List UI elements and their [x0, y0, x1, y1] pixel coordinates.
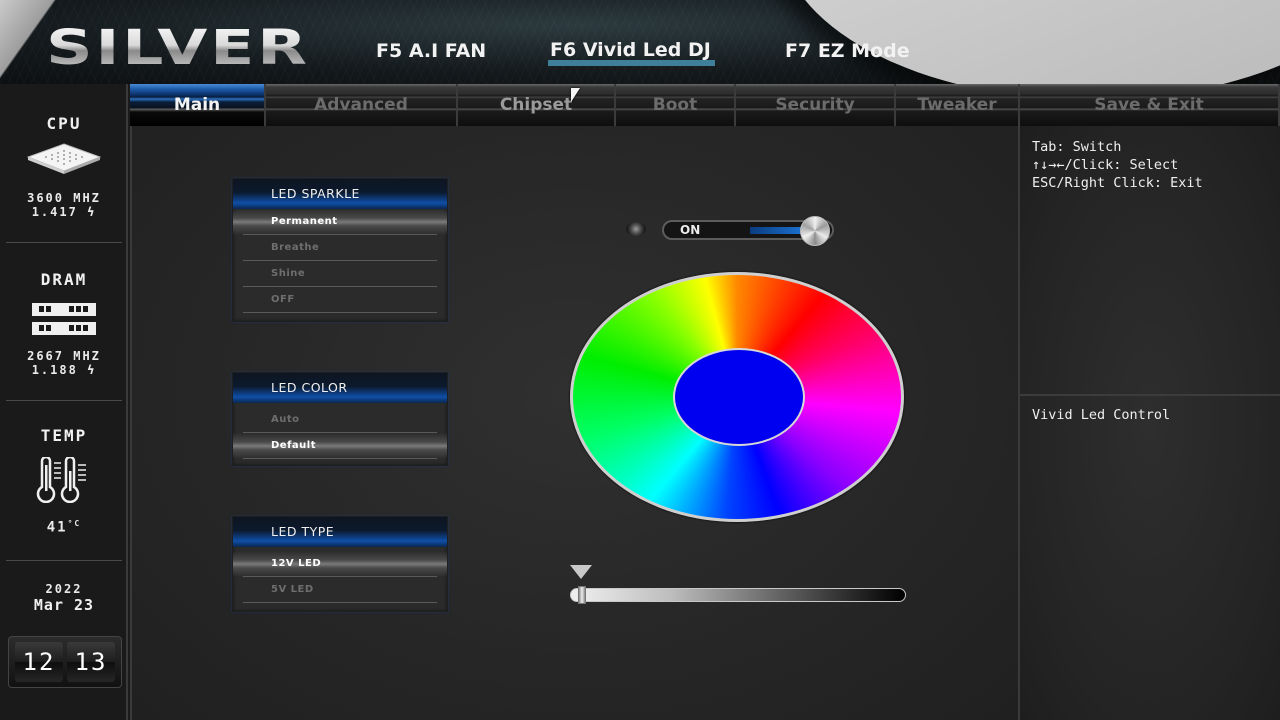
brightness-slider[interactable]	[570, 586, 906, 604]
date-month-day: Mar 23	[33, 596, 95, 614]
dram-voltage-row: 1.188 ϟ	[0, 363, 128, 377]
sidebar-divider	[6, 242, 122, 243]
slider-thumb[interactable]	[577, 586, 586, 604]
thermometer-icon	[36, 457, 86, 503]
led-color-option-default[interactable]: Default	[233, 433, 447, 459]
vivid-led-main-area: LED SPARKLE Permanent Breathe Shine OFF …	[130, 126, 1018, 720]
dram-voltage: 1.188	[31, 363, 78, 377]
cpu-status: CPU 3600 MHZ 1.417 ϟ	[0, 114, 128, 219]
header-banner: SILVER F5 A.I FAN F6 Vivid Led DJ F7 EZ …	[0, 0, 1280, 84]
clock-minute: 13	[67, 642, 115, 682]
led-power-toggle[interactable]: ON	[662, 216, 834, 246]
dram-frequency: 2667 MHZ	[27, 349, 101, 363]
flip-clock: 12 13	[8, 636, 122, 688]
tab-save-exit[interactable]: Save & Exit	[1020, 84, 1280, 126]
tab-chipset[interactable]: Chipset	[458, 84, 616, 126]
led-color-option-auto[interactable]: Auto	[233, 407, 447, 433]
temperature-reading: 41°C	[0, 517, 128, 535]
main-tab-bar: Main Advanced Chipset Boot Security Twea…	[130, 84, 1280, 126]
temperature-unit: °C	[67, 519, 82, 528]
led-type-panel: LED TYPE 12V LED 5V LED	[232, 516, 448, 612]
led-sparkle-option-off[interactable]: OFF	[233, 287, 447, 313]
date-display: 2022 Mar 23	[0, 582, 128, 614]
led-color-title: LED COLOR	[233, 373, 447, 403]
tab-main[interactable]: Main	[130, 84, 266, 126]
temperature-status: TEMP 41°C	[0, 426, 128, 535]
led-sparkle-option-shine[interactable]: Shine	[233, 261, 447, 287]
clock-hour: 12	[15, 642, 63, 682]
tab-advanced[interactable]: Advanced	[266, 84, 458, 126]
dram-status: DRAM 2667 MHZ 1.188 ϟ	[0, 270, 128, 377]
temp-title: TEMP	[40, 426, 88, 445]
lightning-bolt-icon: ϟ	[87, 363, 97, 377]
toggle-fill	[750, 227, 806, 234]
toggle-label: ON	[680, 223, 701, 237]
cpu-voltage: 1.417	[31, 205, 78, 219]
help-panel: Tab: Switch ↑↓→←/Click: Select ESC/Right…	[1018, 126, 1280, 720]
help-key-switch: Tab: Switch	[1032, 139, 1122, 155]
system-status-sidebar: CPU 3600 MHZ 1.417 ϟ DRAM 2667 MHZ 1.188…	[0, 84, 128, 720]
led-sparkle-panel: LED SPARKLE Permanent Breathe Shine OFF	[232, 178, 448, 322]
hotkey-vivid-led-dj[interactable]: F6 Vivid Led DJ	[548, 40, 715, 66]
cpu-frequency: 3600 MHZ	[27, 191, 101, 205]
cpu-voltage-row: 1.417 ϟ	[0, 205, 128, 219]
dram-title: DRAM	[40, 270, 88, 289]
hotkey-ez-mode[interactable]: F7 EZ Mode	[785, 40, 910, 62]
help-divider	[1020, 394, 1280, 396]
help-description-text: Vivid Led Control	[1032, 407, 1171, 423]
slider-pointer-icon	[569, 565, 592, 579]
hotkey-ai-fan[interactable]: F5 A.I FAN	[376, 40, 486, 62]
led-sparkle-option-breathe[interactable]: Breathe	[233, 235, 447, 261]
date-year: 2022	[45, 582, 83, 596]
key-help-list: Tab: Switch ↑↓→←/Click: Select ESC/Right…	[1020, 126, 1280, 192]
selected-color-preview	[673, 348, 805, 446]
memory-module-icon	[32, 303, 96, 335]
toggle-knob[interactable]	[800, 216, 830, 246]
led-type-option-5v[interactable]: 5V LED	[233, 577, 447, 603]
sidebar-divider	[6, 560, 122, 561]
cpu-chip-icon	[26, 143, 102, 174]
tab-security[interactable]: Security	[736, 84, 896, 126]
sidebar-divider	[6, 400, 122, 401]
led-type-title: LED TYPE	[233, 517, 447, 547]
led-sparkle-option-permanent[interactable]: Permanent	[233, 209, 447, 235]
color-wheel-picker[interactable]	[570, 272, 904, 522]
mouse-cursor-icon	[571, 88, 580, 102]
led-type-option-12v[interactable]: 12V LED	[233, 551, 447, 577]
led-indicator-icon	[626, 222, 646, 236]
tab-tweaker[interactable]: Tweaker	[896, 84, 1020, 126]
brand-logo: SILVER	[46, 20, 310, 76]
help-key-select: ↑↓→←/Click: Select	[1032, 157, 1179, 173]
lightning-bolt-icon: ϟ	[87, 205, 97, 219]
cpu-title: CPU	[46, 114, 82, 133]
temperature-value: 41	[46, 519, 68, 536]
help-key-exit: ESC/Right Click: Exit	[1032, 175, 1203, 191]
tab-boot[interactable]: Boot	[616, 84, 736, 126]
led-color-panel: LED COLOR Auto Default	[232, 372, 448, 466]
led-sparkle-title: LED SPARKLE	[233, 179, 447, 209]
item-description: Vivid Led Control	[1020, 406, 1170, 424]
